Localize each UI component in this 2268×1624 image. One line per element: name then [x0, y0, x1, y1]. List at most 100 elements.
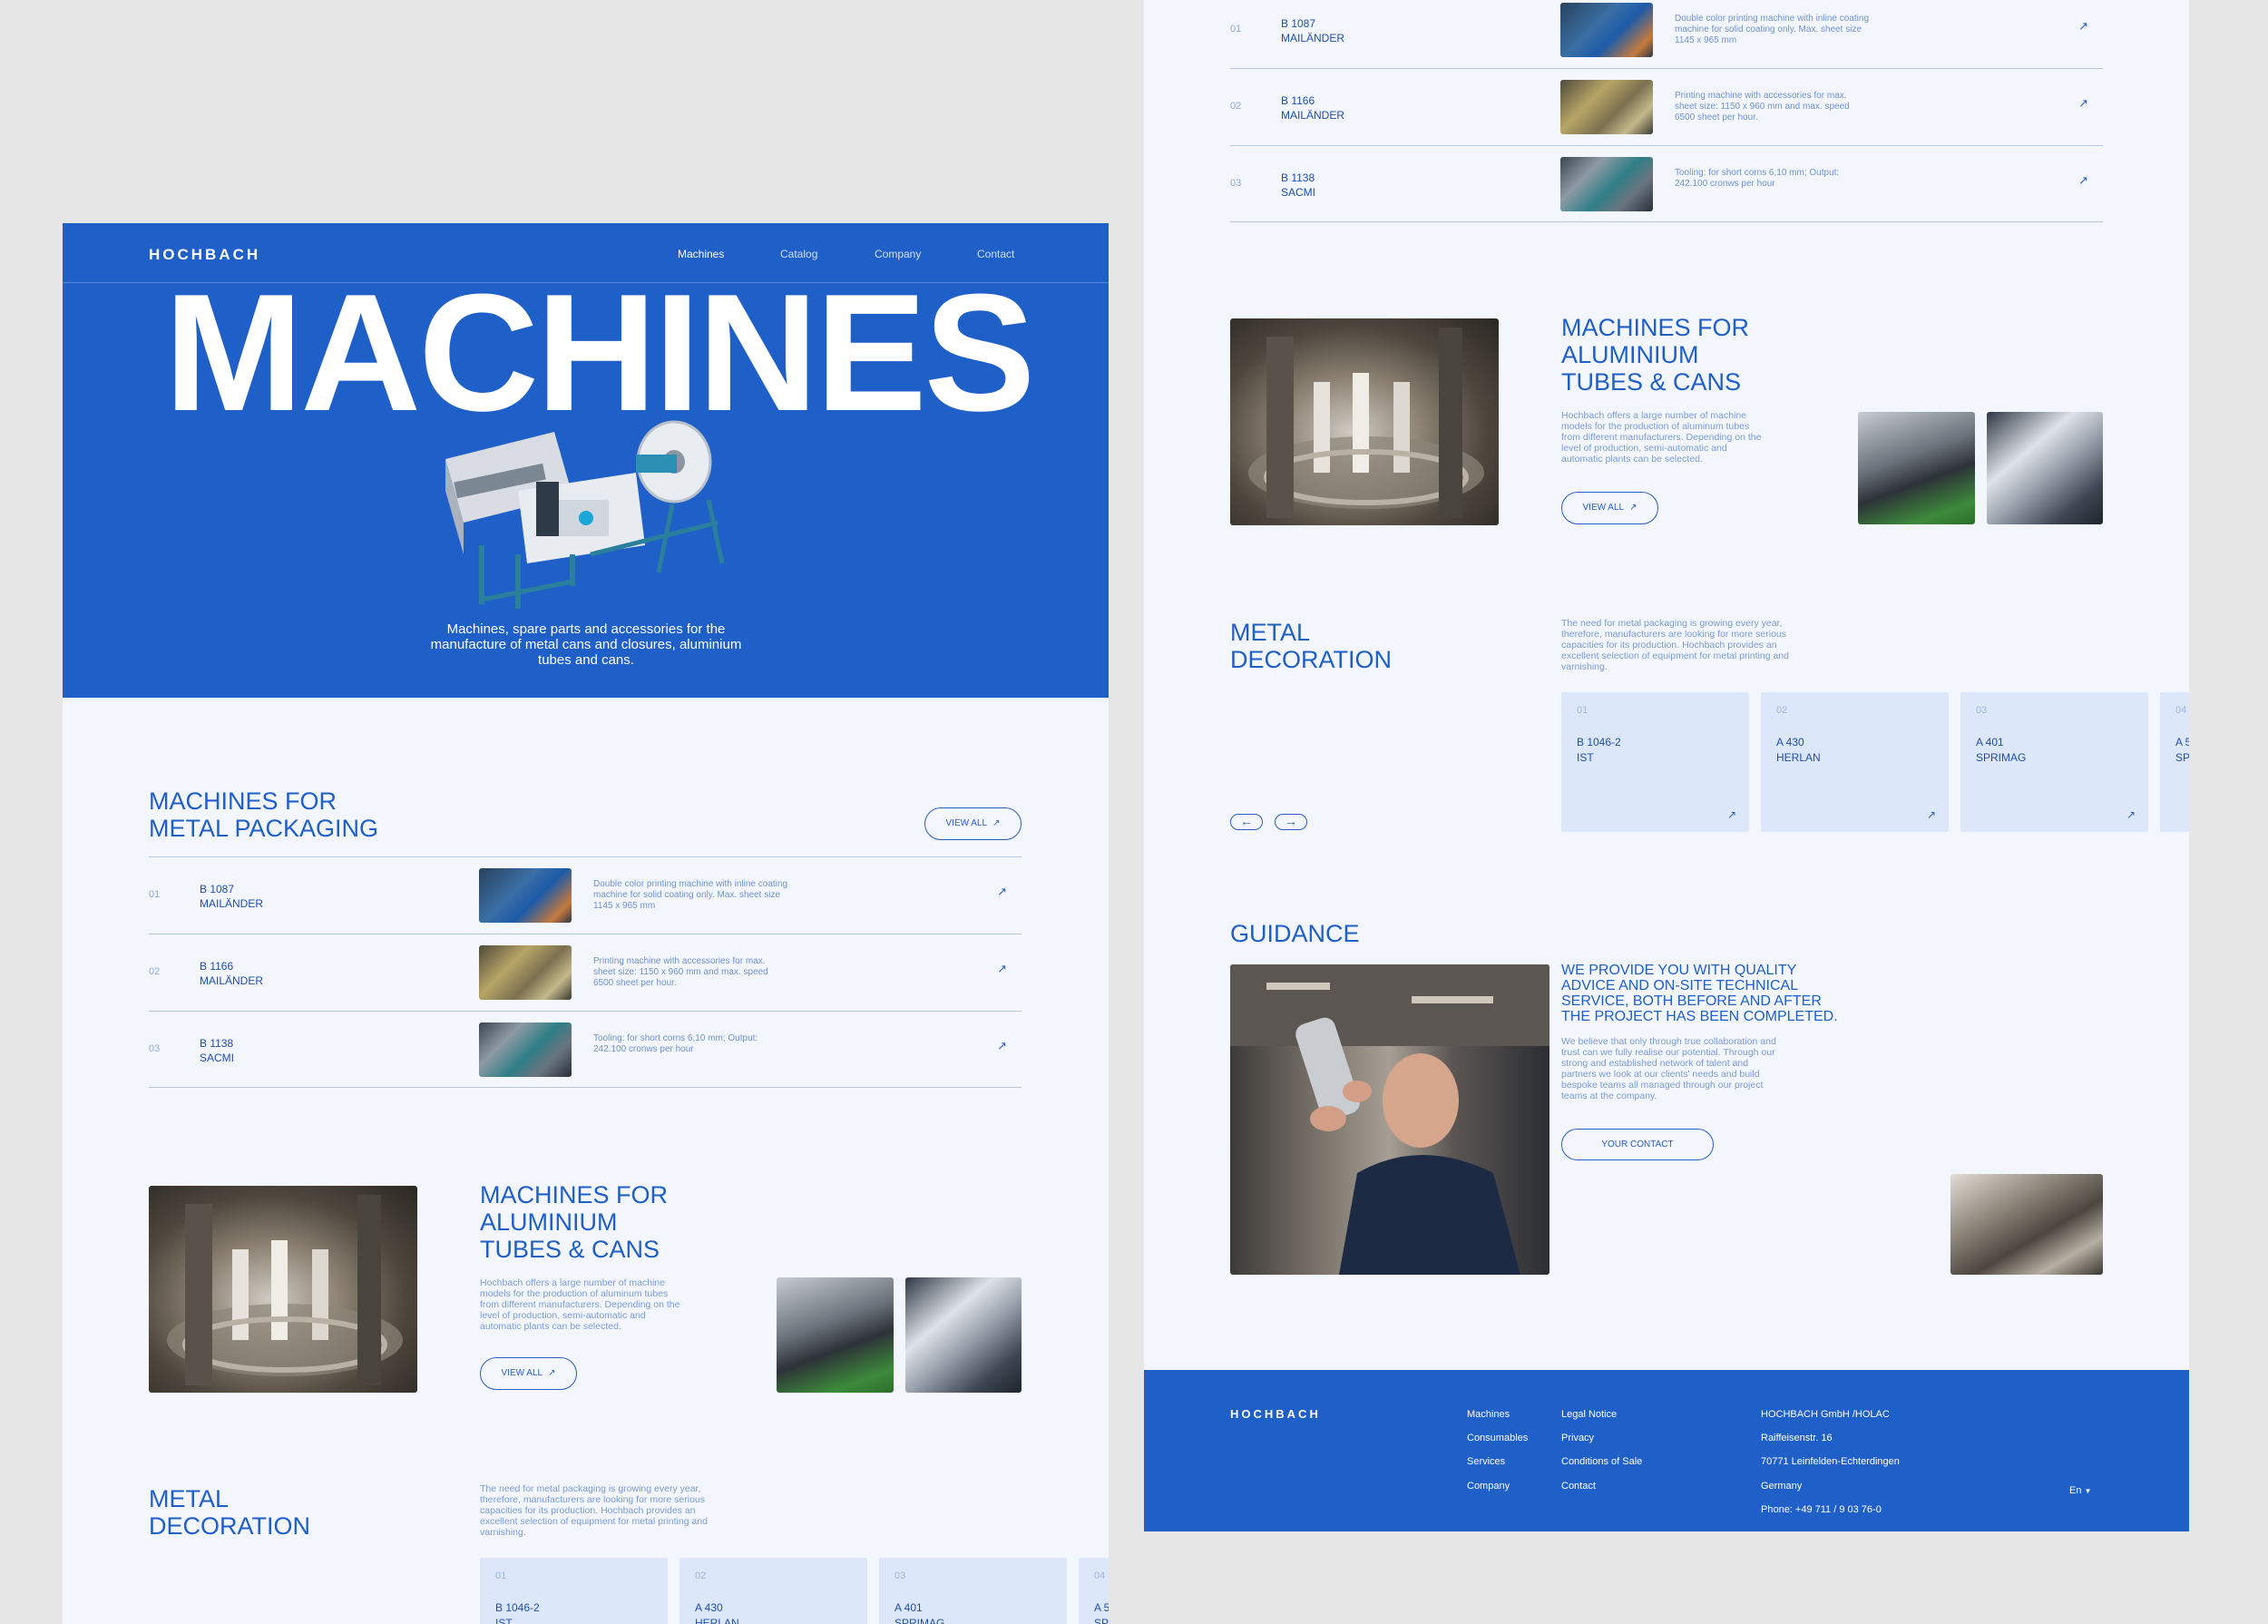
tubes-description: Hochbach offers a large number of machin… — [1561, 410, 1762, 465]
machine-row[interactable]: 03 B 1138 SACMI Tooling: for short corns … — [1230, 145, 2103, 222]
packaging-title-line1: MACHINES FOR — [149, 788, 337, 815]
view-all-label: VIEW ALL — [945, 818, 988, 828]
guidance-body: We believe that only through true collab… — [1561, 1036, 1776, 1101]
arrow-up-right-icon[interactable]: ↗ — [2078, 19, 2088, 34]
card-number: 01 — [495, 1570, 507, 1581]
card-maker: IST — [1577, 751, 1594, 764]
card-number: 02 — [1776, 705, 1788, 716]
guidance-thumbnail — [1950, 1174, 2103, 1275]
your-contact-button[interactable]: YOUR CONTACT — [1561, 1129, 1714, 1160]
card-code: A 5 — [1094, 1601, 1109, 1614]
tubes-photo — [1230, 318, 1499, 525]
carousel-next-button[interactable]: → — [1275, 814, 1307, 830]
row-description: Double color printing machine with inlin… — [593, 879, 788, 911]
arrow-up-right-icon: ↗ — [1629, 503, 1637, 513]
arrow-up-right-icon[interactable]: ↗ — [997, 1039, 1007, 1053]
card-number: 03 — [1976, 705, 1988, 716]
row-thumbnail — [479, 1022, 572, 1077]
footer-link[interactable]: Contact — [1561, 1481, 1596, 1492]
row-number: 02 — [1230, 101, 1242, 112]
row-number: 02 — [149, 966, 161, 977]
footer-link[interactable]: Machines — [1467, 1409, 1510, 1420]
language-label: En — [2069, 1485, 2082, 1496]
guidance-title: GUIDANCE — [1230, 920, 1360, 947]
packaging-view-all-button[interactable]: VIEW ALL ↗ — [924, 807, 1022, 840]
footer-link[interactable]: Legal Notice — [1561, 1409, 1617, 1420]
machine-row[interactable]: 02 B 1166 MAILÄNDER Printing machine with… — [149, 934, 1022, 1011]
tubes-title: MACHINES FOR ALUMINIUM TUBES & CANS — [1561, 314, 1749, 396]
decoration-card[interactable]: 04 A 5 SP — [2160, 692, 2189, 832]
row-maker: MAILÄNDER — [200, 897, 264, 910]
card-code: A 401 — [894, 1601, 923, 1614]
machine-row[interactable]: 01 B 1087 MAILÄNDER Double color printing… — [1230, 0, 2103, 68]
row-code: B 1166 — [1281, 94, 1315, 107]
hero-subtitle: Machines, spare parts and accessories fo… — [430, 621, 742, 668]
decoration-card[interactable]: 01 B 1046-2 IST ↗ — [1561, 692, 1749, 832]
row-number: 03 — [1230, 178, 1242, 189]
card-name: A 401 SPRIMAG — [894, 1600, 944, 1624]
arrow-up-right-icon[interactable]: ↗ — [997, 962, 1007, 976]
tubes-machine-illustration — [167, 1195, 403, 1385]
decoration-title: METAL DECORATION — [1230, 619, 1392, 673]
tubes-view-all-button[interactable]: VIEW ALL ↗ — [1561, 492, 1658, 524]
row-maker: MAILÄNDER — [200, 974, 264, 987]
packaging-title-line2: METAL PACKAGING — [149, 815, 379, 842]
row-name: B 1166 MAILÄNDER — [200, 959, 263, 988]
hero-title: MACHINES — [164, 259, 1035, 445]
language-selector[interactable]: En ▼ — [2069, 1485, 2091, 1496]
card-number: 04 — [2175, 705, 2187, 716]
tubes-thumbnail-2 — [905, 1277, 1022, 1393]
card-code: B 1046-2 — [1577, 736, 1621, 748]
arrow-up-right-icon: ↗ — [1726, 808, 1736, 821]
consultant-illustration — [1230, 964, 1549, 1275]
row-name: B 1087 MAILÄNDER — [1281, 16, 1344, 45]
card-maker: SP — [1094, 1617, 1109, 1624]
footer-link[interactable]: Company — [1467, 1481, 1510, 1492]
decoration-card[interactable]: 03 A 401 SPRIMAG ↗ — [1960, 692, 2148, 832]
decoration-card[interactable]: 04 A 5 SP — [1079, 1558, 1109, 1624]
machine-row[interactable]: 03 B 1138 SACMI Tooling: for short corns … — [149, 1011, 1022, 1088]
footer-link[interactable]: Consumables — [1467, 1433, 1528, 1443]
tubes-title-line3: TUBES & CANS — [1561, 368, 1742, 396]
card-name: B 1046-2 IST — [1577, 735, 1621, 766]
machine-row[interactable]: 02 B 1166 MAILÄNDER Printing machine with… — [1230, 68, 2103, 145]
arrow-up-right-icon[interactable]: ↗ — [2078, 96, 2088, 111]
card-maker: HERLAN — [695, 1617, 739, 1624]
address-line: 70771 Leinfelden-Echterdingen — [1761, 1456, 1900, 1467]
footer-link[interactable]: Services — [1467, 1456, 1505, 1467]
decoration-card[interactable]: 02 A 430 HERLAN ↗ — [1761, 692, 1949, 832]
row-name: B 1166 MAILÄNDER — [1281, 93, 1344, 122]
row-thumbnail — [1560, 80, 1653, 134]
tubes-thumbnail-2 — [1987, 412, 2103, 524]
card-code: A 430 — [1776, 736, 1804, 748]
arrow-up-right-icon[interactable]: ↗ — [2078, 173, 2088, 188]
card-number: 03 — [894, 1570, 906, 1581]
row-code: B 1087 — [1281, 17, 1316, 30]
row-code: B 1087 — [200, 883, 235, 895]
view-all-label: VIEW ALL — [501, 1368, 543, 1378]
view-all-label: VIEW ALL — [1582, 503, 1625, 513]
decoration-card[interactable]: 03 A 401 SPRIMAG — [879, 1558, 1067, 1624]
phone-number[interactable]: Phone: +49 711 / 9 03 76-0 — [1761, 1504, 1882, 1515]
row-description: Double color printing machine with inlin… — [1675, 14, 1870, 45]
carousel-prev-button[interactable]: ← — [1230, 814, 1263, 830]
row-code: B 1138 — [200, 1037, 234, 1050]
decoration-card[interactable]: 01 B 1046-2 IST — [480, 1558, 668, 1624]
card-number: 04 — [1094, 1570, 1106, 1581]
footer-link[interactable]: Privacy — [1561, 1433, 1594, 1443]
decoration-card[interactable]: 02 A 430 HERLAN — [679, 1558, 867, 1624]
tubes-view-all-button[interactable]: VIEW ALL ↗ — [480, 1357, 577, 1390]
footer-logo[interactable]: HOCHBACH — [1230, 1407, 1321, 1421]
row-maker: SACMI — [1281, 186, 1316, 199]
arrow-up-right-icon: ↗ — [992, 818, 1001, 828]
arrow-up-right-icon: ↗ — [548, 1368, 556, 1378]
address-line: Germany — [1761, 1481, 1803, 1492]
machine-row[interactable]: 01 B 1087 MAILÄNDER Double color printing… — [149, 856, 1022, 934]
tubes-title: MACHINES FOR ALUMINIUM TUBES & CANS — [480, 1181, 668, 1263]
arrow-right-icon: → — [1285, 814, 1297, 828]
machine-image — [445, 420, 725, 609]
footer-link[interactable]: Conditions of Sale — [1561, 1456, 1642, 1467]
card-number: 02 — [695, 1570, 707, 1581]
tubes-photo — [149, 1186, 417, 1393]
arrow-up-right-icon[interactable]: ↗ — [997, 885, 1007, 899]
